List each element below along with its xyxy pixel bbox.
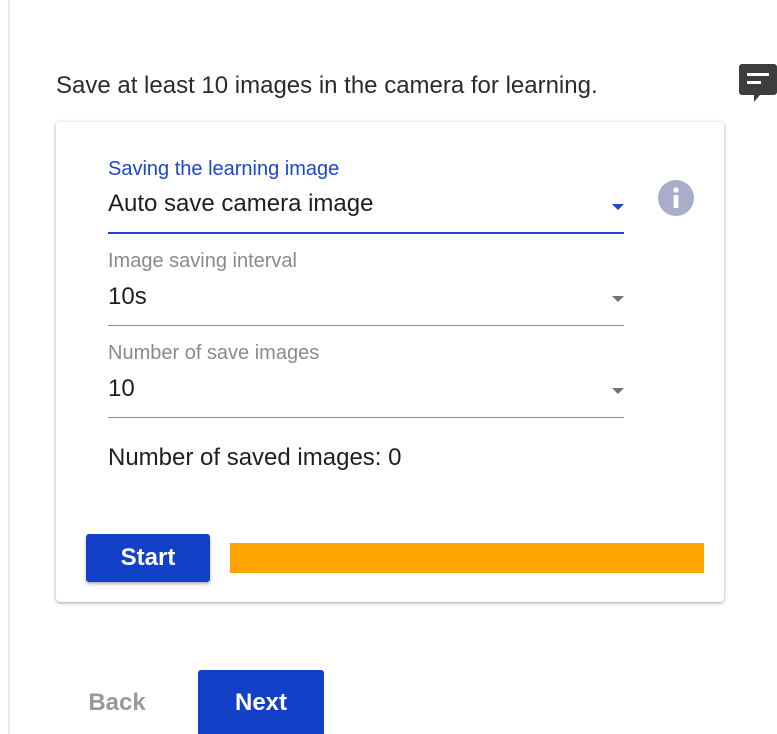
progress-bar xyxy=(230,543,704,573)
caret-down-icon xyxy=(612,296,624,302)
saving-mode-value: Auto save camera image xyxy=(108,190,374,217)
save-count-select[interactable]: Number of save images 10 xyxy=(108,342,624,420)
interval-label: Image saving interval xyxy=(108,250,297,272)
comment-icon[interactable] xyxy=(738,62,777,112)
instruction-text: Save at least 10 images in the camera fo… xyxy=(56,72,598,99)
info-icon[interactable] xyxy=(658,180,694,216)
interval-select[interactable]: Image saving interval 10s xyxy=(108,250,624,328)
interval-underline xyxy=(108,325,624,326)
caret-down-icon xyxy=(612,388,624,394)
back-button[interactable]: Back xyxy=(72,680,162,726)
left-divider xyxy=(8,0,10,734)
saving-mode-underline xyxy=(108,232,624,234)
caret-down-icon xyxy=(612,204,624,210)
save-count-label: Number of save images xyxy=(108,342,320,364)
save-count-underline xyxy=(108,417,624,418)
start-button[interactable]: Start xyxy=(86,534,210,582)
image-saving-card: Saving the learning image Auto save came… xyxy=(56,122,724,602)
progress-bar-fill xyxy=(230,543,704,573)
save-count-value: 10 xyxy=(108,375,135,402)
saved-images-count: Number of saved images: 0 xyxy=(108,444,402,471)
saving-mode-label: Saving the learning image xyxy=(108,158,340,180)
saving-mode-select[interactable]: Saving the learning image Auto save came… xyxy=(108,158,624,236)
next-button[interactable]: Next xyxy=(198,670,324,734)
interval-value: 10s xyxy=(108,283,147,310)
